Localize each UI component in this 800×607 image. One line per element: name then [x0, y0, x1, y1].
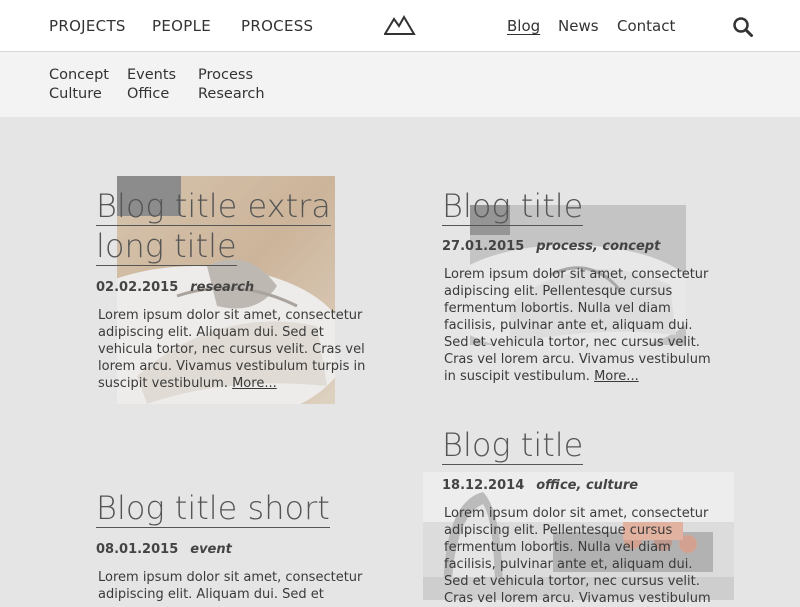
post-excerpt: Lorem ipsum dolor sit amet, consectetur …: [98, 570, 363, 602]
category-subnav: Concept Culture Events Office Process Re…: [0, 52, 800, 117]
search-icon[interactable]: [732, 16, 754, 38]
post-title[interactable]: Blog title extra long title: [96, 186, 396, 266]
nav-people[interactable]: PEOPLE: [152, 17, 211, 35]
subnav-research[interactable]: Research: [198, 86, 265, 102]
subnav-process[interactable]: Process: [198, 67, 253, 83]
read-more-link[interactable]: More...: [594, 369, 639, 384]
post-meta: 08.01.2015 event: [96, 542, 232, 557]
nav-projects[interactable]: PROJECTS: [49, 17, 126, 35]
post-tags[interactable]: event: [190, 542, 232, 557]
post-title[interactable]: Blog title short: [96, 488, 396, 528]
post-excerpt: Lorem ipsum dolor sit amet, consectetur …: [98, 308, 366, 391]
mountain-logo-icon[interactable]: [384, 14, 416, 36]
post-date: 08.01.2015: [96, 542, 179, 557]
subnav-culture[interactable]: Culture: [49, 86, 102, 102]
post-tags[interactable]: process, concept: [536, 239, 660, 254]
post-excerpt: Lorem ipsum dolor sit amet, consectetur …: [444, 506, 711, 606]
post-excerpt: Lorem ipsum dolor sit amet, consectetur …: [444, 267, 711, 384]
subnav-concept[interactable]: Concept: [49, 67, 109, 83]
nav-process[interactable]: PROCESS: [241, 17, 313, 35]
nav-contact[interactable]: Contact: [617, 17, 675, 35]
subnav-office[interactable]: Office: [127, 86, 169, 102]
post-meta: 18.12.2014 office, culture: [442, 478, 638, 493]
post-title[interactable]: Blog title: [442, 425, 742, 465]
nav-blog[interactable]: Blog: [507, 17, 540, 35]
post-meta: 27.01.2015 process, concept: [442, 239, 660, 254]
post-date: 02.02.2015: [96, 280, 179, 295]
top-navigation-bar: PROJECTS PEOPLE PROCESS Blog News Contac…: [0, 0, 800, 52]
subnav-events[interactable]: Events: [127, 67, 176, 83]
nav-news[interactable]: News: [558, 17, 599, 35]
read-more-link[interactable]: More...: [232, 376, 277, 391]
post-tags[interactable]: office, culture: [536, 478, 638, 493]
post-title[interactable]: Blog title: [442, 186, 742, 226]
post-meta: 02.02.2015 research: [96, 280, 254, 295]
post-tags[interactable]: research: [190, 280, 254, 295]
post-date: 27.01.2015: [442, 239, 525, 254]
post-date: 18.12.2014: [442, 478, 525, 493]
